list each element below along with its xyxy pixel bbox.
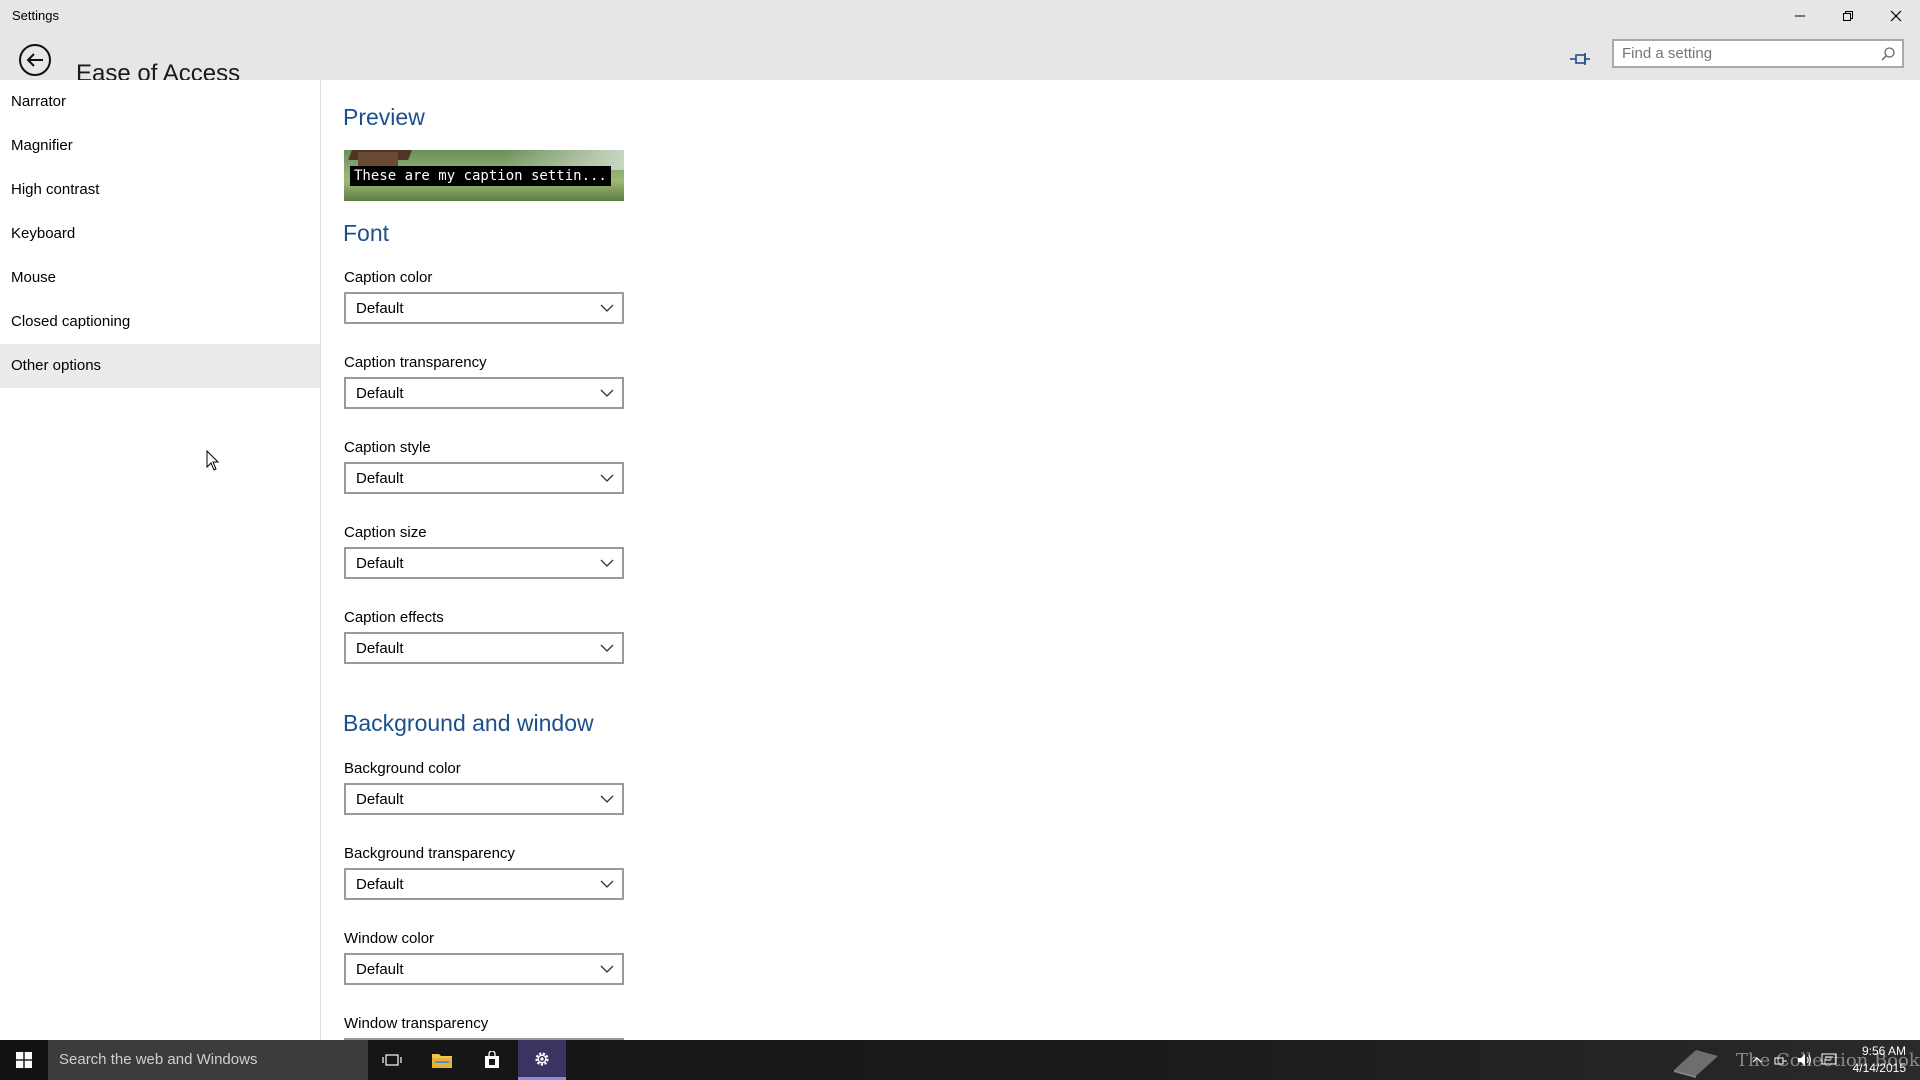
caption-transparency-label: Caption transparency [344, 354, 487, 371]
store-button[interactable] [468, 1040, 516, 1080]
dropdown-value: Default [356, 555, 404, 572]
caption-effects-dropdown[interactable]: Default [344, 632, 624, 664]
caption-transparency-dropdown[interactable]: Default [344, 377, 624, 409]
sidebar-item-other-options[interactable]: Other options [0, 344, 320, 388]
preview-title: Preview [343, 104, 425, 130]
clock-date: 4/14/2015 [1852, 1061, 1906, 1075]
volume-button[interactable] [1793, 1040, 1817, 1080]
windows-logo-icon [16, 1052, 32, 1068]
back-button[interactable] [15, 40, 55, 80]
background-color-field: Background color Default [344, 760, 624, 815]
window-controls [1776, 0, 1920, 32]
find-setting-search [1612, 39, 1904, 68]
action-center-button[interactable] [1817, 1040, 1841, 1080]
chevron-down-icon [600, 389, 614, 397]
dropdown-value: Default [356, 961, 404, 978]
chevron-down-icon [600, 644, 614, 652]
window-color-dropdown[interactable]: Default [344, 953, 624, 985]
dropdown-value: Default [356, 385, 404, 402]
caption-color-field: Caption color Default [344, 269, 624, 324]
sidebar: Narrator Magnifier High contrast Keyboar… [0, 80, 321, 1040]
caption-style-label: Caption style [344, 439, 431, 456]
restore-button[interactable] [1824, 0, 1872, 32]
sidebar-item-high-contrast[interactable]: High contrast [0, 168, 320, 212]
dropdown-value: Default [356, 470, 404, 487]
preview-caption-text: These are my caption settin... [350, 166, 611, 186]
minimize-button[interactable] [1776, 0, 1824, 32]
taskbar-clock[interactable]: 9:56 AM 4/14/2015 [1850, 1043, 1906, 1077]
gear-icon [535, 1051, 549, 1066]
dropdown-value: Default [356, 791, 404, 808]
app-title: Settings [12, 8, 59, 23]
caption-style-field: Caption style Default [344, 439, 624, 494]
book-logo-icon [1674, 1050, 1718, 1078]
mouse-pointer-icon [206, 450, 220, 471]
font-section-title: Font [343, 220, 390, 246]
caption-color-label: Caption color [344, 269, 433, 286]
background-section-title: Background and window [343, 710, 594, 736]
background-color-dropdown[interactable]: Default [344, 783, 624, 815]
show-hidden-icons-button[interactable] [1745, 1040, 1769, 1080]
taskbar-search-box[interactable]: Search the web and Windows [48, 1040, 368, 1080]
sidebar-item-closed-captioning[interactable]: Closed captioning [0, 300, 320, 344]
speaker-icon [1798, 1054, 1811, 1066]
dropdown-value: Default [356, 640, 404, 657]
caption-color-dropdown[interactable]: Default [344, 292, 624, 324]
pin-icon [1570, 53, 1590, 65]
chevron-up-icon [1752, 1057, 1762, 1063]
window-color-field: Window color Default [344, 930, 624, 985]
system-tray [1745, 1040, 1841, 1080]
chevron-down-icon [600, 559, 614, 567]
caption-size-dropdown[interactable]: Default [344, 547, 624, 579]
background-transparency-field: Background transparency Default [344, 845, 624, 900]
dropdown-value: Default [356, 300, 404, 317]
settings-header: Ease of Access [0, 32, 1920, 87]
search-input[interactable] [1614, 41, 1880, 66]
settings-app-button[interactable] [518, 1040, 566, 1080]
task-view-icon [382, 1054, 402, 1066]
restore-icon [1843, 11, 1853, 21]
window-transparency-field: Window transparency [344, 1015, 624, 1040]
caption-preview-image: These are my caption settin... [344, 150, 624, 201]
chevron-down-icon [600, 304, 614, 312]
chevron-down-icon [600, 965, 614, 973]
network-button[interactable] [1769, 1040, 1793, 1080]
file-explorer-button[interactable] [418, 1040, 466, 1080]
store-bag-icon [485, 1051, 499, 1068]
search-icon[interactable] [1880, 46, 1896, 62]
caption-style-dropdown[interactable]: Default [344, 462, 624, 494]
folder-icon [432, 1054, 452, 1068]
clock-time: 9:56 AM [1861, 1044, 1906, 1058]
sidebar-item-keyboard[interactable]: Keyboard [0, 212, 320, 256]
chevron-down-icon [600, 795, 614, 803]
pin-to-start-button[interactable] [1565, 44, 1595, 74]
window-color-label: Window color [344, 930, 435, 947]
background-transparency-label: Background transparency [344, 845, 515, 862]
start-button[interactable] [0, 1040, 48, 1080]
sidebar-item-mouse[interactable]: Mouse [0, 256, 320, 300]
background-transparency-dropdown[interactable]: Default [344, 868, 624, 900]
caption-size-field: Caption size Default [344, 524, 624, 579]
minimize-icon [1795, 15, 1805, 17]
caption-effects-label: Caption effects [344, 609, 444, 626]
background-color-label: Background color [344, 760, 461, 777]
back-arrow-icon [19, 44, 51, 76]
dropdown-value: Default [356, 876, 404, 893]
caption-effects-field: Caption effects Default [344, 609, 624, 664]
sidebar-item-magnifier[interactable]: Magnifier [0, 124, 320, 168]
main-content: Preview These are my caption settin... F… [343, 80, 1903, 1040]
close-button[interactable] [1872, 0, 1920, 32]
sidebar-item-narrator[interactable]: Narrator [0, 80, 320, 124]
chevron-down-icon [600, 880, 614, 888]
taskbar: Search the web and Windows The Collectio… [0, 1040, 1920, 1080]
notification-icon [1821, 1053, 1837, 1065]
caption-transparency-field: Caption transparency Default [344, 354, 624, 409]
task-view-button[interactable] [368, 1040, 416, 1080]
close-icon [1890, 10, 1902, 22]
caption-size-label: Caption size [344, 524, 427, 541]
window-transparency-label: Window transparency [344, 1015, 489, 1032]
network-icon [1774, 1057, 1787, 1065]
chevron-down-icon [600, 474, 614, 482]
title-bar: Settings [0, 0, 1920, 32]
